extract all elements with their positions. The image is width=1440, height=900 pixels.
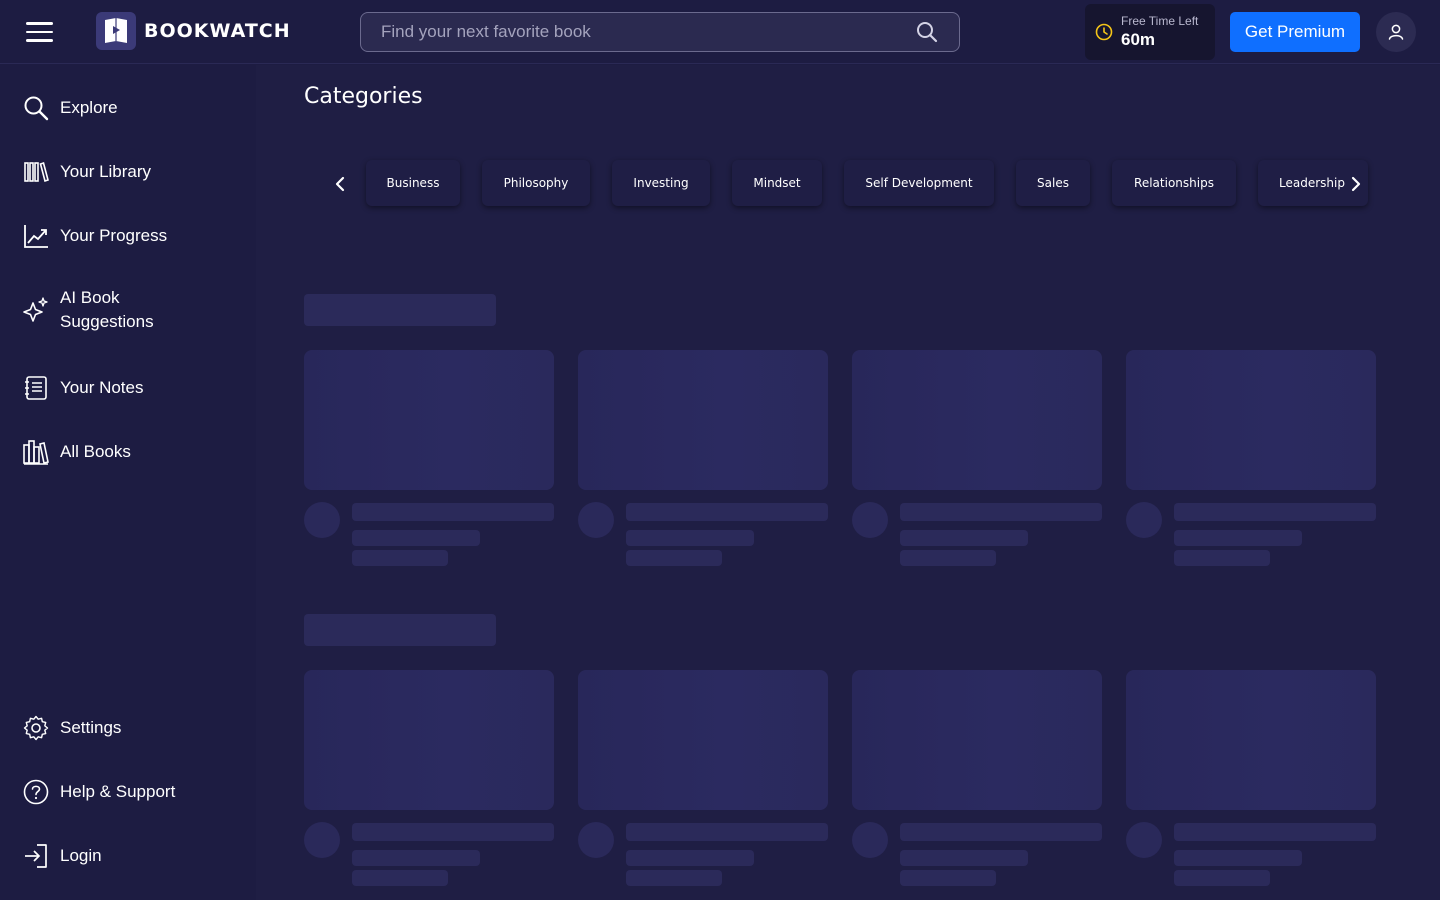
chart-icon [22, 222, 50, 250]
login-icon [22, 842, 50, 870]
skeleton-line [626, 823, 828, 841]
category-chip-self-development[interactable]: Self Development [844, 160, 994, 206]
sidebar-item-label: Login [60, 846, 102, 865]
chevron-right-icon[interactable] [1342, 170, 1370, 198]
skeleton-line [352, 870, 448, 886]
skeleton-line [900, 550, 996, 566]
skeleton-avatar [1126, 502, 1162, 538]
top-header: BOOKWATCH Free Time Left 60m Get Premium [0, 0, 1440, 64]
skeleton-line [626, 503, 828, 521]
skeleton-line [900, 823, 1102, 841]
sidebar-item-label: AI Book Suggestions [60, 288, 154, 331]
skeleton-section-title [304, 614, 496, 646]
user-avatar[interactable] [1376, 12, 1416, 52]
skeleton-avatar [578, 822, 614, 858]
sidebar-item-label: Your Library [60, 162, 152, 181]
user-icon [1388, 24, 1404, 40]
skeleton-section-title [304, 294, 496, 326]
skeleton-card [304, 670, 554, 810]
skeleton-avatar [852, 502, 888, 538]
sparkle-icon [22, 296, 50, 324]
sidebar-item-help-support[interactable]: Help & Support [22, 778, 175, 806]
skeleton-card [852, 350, 1102, 490]
skeleton-card [304, 350, 554, 490]
free-time-value: 60m [1121, 30, 1156, 49]
skeleton-line [1174, 850, 1302, 866]
skeleton-line [900, 530, 1028, 546]
categories-title: Categories [304, 84, 423, 109]
skeleton-line [352, 503, 554, 521]
sidebar-item-your-library[interactable]: Your Library [22, 158, 151, 186]
category-chip-business[interactable]: Business [366, 160, 460, 206]
app-logo[interactable]: BOOKWATCH [96, 12, 291, 50]
library-icon [22, 158, 50, 186]
skeleton-line [1174, 823, 1376, 841]
hamburger-menu-icon[interactable] [22, 16, 58, 48]
sidebar [0, 65, 256, 900]
skeleton-avatar [304, 822, 340, 858]
skeleton-line [1174, 503, 1376, 521]
skeleton-line [900, 503, 1102, 521]
sidebar-item-settings[interactable]: Settings [22, 714, 121, 742]
free-time-indicator: Free Time Left 60m [1085, 4, 1215, 60]
app-name: BOOKWATCH [144, 20, 291, 42]
chevron-left-icon[interactable] [326, 170, 354, 198]
sidebar-item-all-books[interactable]: All Books [22, 438, 131, 466]
search-bar [360, 12, 960, 52]
categories-carousel: Business Philosophy Investing Mindset Se… [324, 158, 1376, 210]
category-chip-philosophy[interactable]: Philosophy [482, 160, 590, 206]
skeleton-line [352, 530, 480, 546]
search-icon[interactable] [907, 12, 947, 52]
gear-icon [22, 714, 50, 742]
sidebar-item-label: All Books [60, 442, 131, 461]
skeleton-line [626, 870, 722, 886]
skeleton-card [1126, 350, 1376, 490]
search-icon [22, 94, 50, 122]
skeleton-line [1174, 550, 1270, 566]
skeleton-card [578, 350, 828, 490]
skeleton-line [900, 850, 1028, 866]
notes-icon [22, 374, 50, 402]
sidebar-item-label: Your Notes [60, 378, 144, 397]
skeleton-line [626, 850, 754, 866]
skeleton-avatar [1126, 822, 1162, 858]
sidebar-item-explore[interactable]: Explore [22, 94, 118, 122]
get-premium-button[interactable]: Get Premium [1230, 12, 1360, 52]
skeleton-card [578, 670, 828, 810]
sidebar-item-label: Settings [60, 718, 122, 737]
sidebar-item-label: Help & Support [60, 782, 176, 801]
skeleton-line [1174, 530, 1302, 546]
skeleton-line [352, 850, 480, 866]
skeleton-line [352, 823, 554, 841]
sidebar-item-label: Explore [60, 98, 118, 117]
clock-icon [1095, 23, 1113, 41]
category-chip-mindset[interactable]: Mindset [732, 160, 822, 206]
skeleton-line [352, 550, 448, 566]
sidebar-item-login[interactable]: Login [22, 842, 102, 870]
help-icon [22, 778, 50, 806]
skeleton-avatar [578, 502, 614, 538]
sidebar-item-ai-book-suggestions[interactable]: AI Book Suggestions [22, 286, 170, 334]
category-chip-relationships[interactable]: Relationships [1112, 160, 1236, 206]
sidebar-item-label: Your Progress [60, 226, 168, 245]
skeleton-line [626, 530, 754, 546]
logo-book-icon [96, 12, 136, 50]
category-chip-sales[interactable]: Sales [1016, 160, 1090, 206]
sidebar-item-your-notes[interactable]: Your Notes [22, 374, 143, 402]
skeleton-card [1126, 670, 1376, 810]
skeleton-line [900, 870, 996, 886]
skeleton-avatar [304, 502, 340, 538]
skeleton-avatar [852, 822, 888, 858]
books-icon [22, 438, 50, 466]
free-time-label: Free Time Left [1121, 14, 1199, 28]
skeleton-line [626, 550, 722, 566]
sidebar-item-your-progress[interactable]: Your Progress [22, 222, 167, 250]
category-chip-investing[interactable]: Investing [612, 160, 710, 206]
skeleton-line [1174, 870, 1270, 886]
skeleton-card [852, 670, 1102, 810]
search-input[interactable] [361, 13, 907, 51]
